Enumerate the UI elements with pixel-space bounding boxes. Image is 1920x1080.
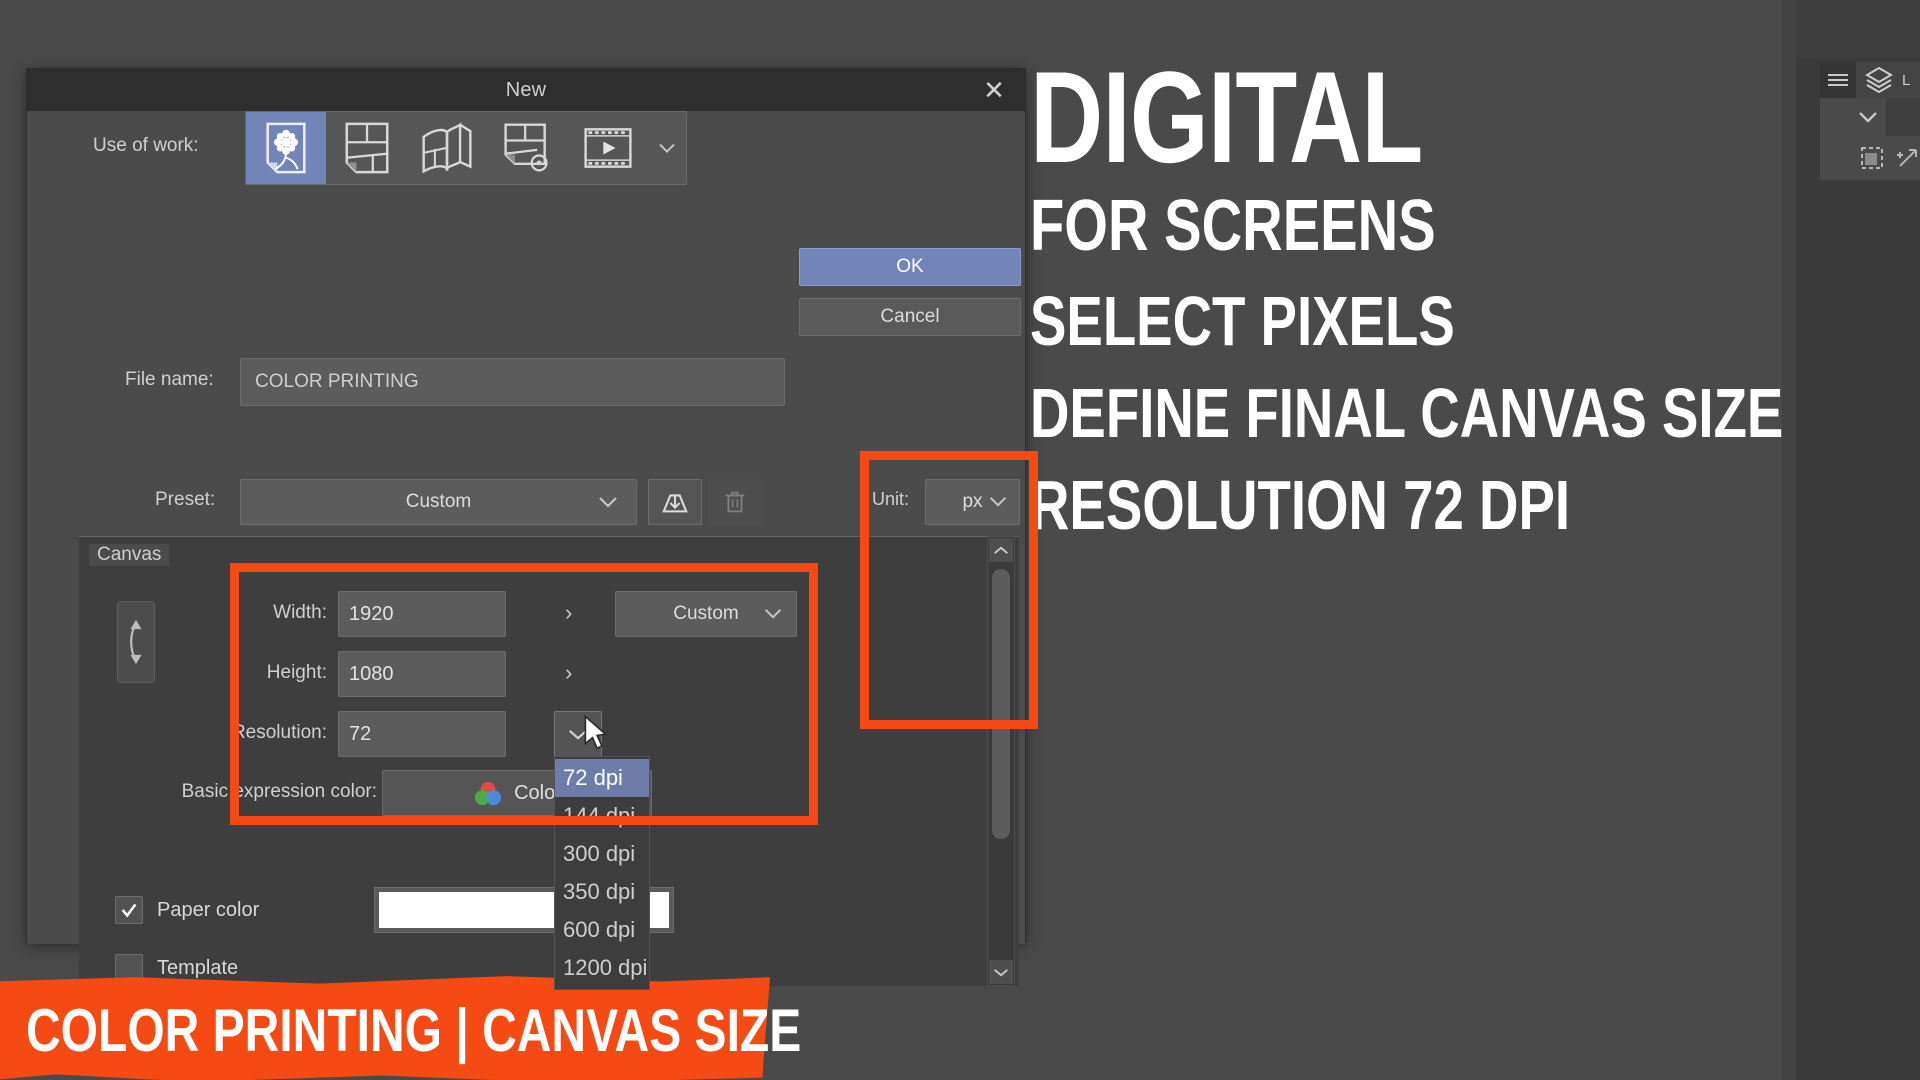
use-of-work-illustration[interactable] xyxy=(246,112,327,184)
use-of-work-group xyxy=(245,111,687,185)
paper-color-row[interactable]: Paper color xyxy=(115,896,259,924)
dpi-option-0[interactable]: 72 dpi xyxy=(555,759,649,797)
paper-color-checkbox[interactable] xyxy=(115,896,143,924)
preset-select[interactable]: Custom xyxy=(240,479,637,525)
right-panel-row-2b xyxy=(1886,98,1920,136)
chevron-up-icon[interactable] xyxy=(989,538,1013,562)
unit-value: px xyxy=(962,491,983,512)
selection-layer-icon[interactable] xyxy=(1858,144,1886,172)
teaching-item-2: RESOLUTION 72 DPI xyxy=(1030,466,1571,544)
use-of-work-label: Use of work: xyxy=(93,135,199,156)
chevron-down-icon xyxy=(987,493,1009,510)
hamburger-menu-icon[interactable] xyxy=(1820,62,1856,98)
use-of-work-panel-settings[interactable] xyxy=(487,112,567,184)
teaching-subheading: FOR SCREENS xyxy=(1030,186,1436,266)
height-chevron-right-icon[interactable]: › xyxy=(565,660,572,686)
file-name-input[interactable]: COLOR PRINTING xyxy=(240,358,785,406)
close-icon[interactable]: ✕ xyxy=(977,73,1011,107)
resolution-label: Resolution: xyxy=(231,722,327,743)
layer-panel-label: L xyxy=(1902,72,1911,89)
preset-label: Preset: xyxy=(155,489,216,510)
chevron-down-icon[interactable] xyxy=(1856,108,1880,126)
save-preset-icon[interactable] xyxy=(648,479,702,525)
teaching-item-1: DEFINE FINAL CANVAS SIZE xyxy=(1030,374,1784,452)
new-canvas-dialog: New ✕ Use of work: OK Cancel File name: … xyxy=(26,68,1038,990)
resolution-input[interactable]: 72 xyxy=(338,711,506,757)
width-input[interactable]: 1920 xyxy=(338,591,506,637)
trash-icon[interactable] xyxy=(708,479,762,525)
dpi-option-4[interactable]: 600 dpi xyxy=(555,911,649,949)
layers-stack-icon xyxy=(1862,64,1896,98)
unit-label: Unit: xyxy=(872,489,910,509)
dialog-title: New xyxy=(505,78,547,101)
bottom-banner-text: COLOR PRINTING | CANVAS SIZE xyxy=(26,997,802,1064)
teaching-heading: DIGITAL xyxy=(1030,44,1423,190)
canvas-scrollbar[interactable] xyxy=(987,536,1015,986)
dialog-body: Use of work: OK Cancel File name: COLOR … xyxy=(27,111,1038,990)
dialog-titlebar: New ✕ xyxy=(27,69,1025,111)
ok-button[interactable]: OK xyxy=(799,248,1021,286)
resolution-dropdown-list[interactable]: 72 dpi 144 dpi 300 dpi 350 dpi 600 dpi 1… xyxy=(554,756,650,990)
canvas-group-label: Canvas xyxy=(89,544,170,566)
width-chevron-right-icon[interactable]: › xyxy=(565,600,572,626)
chevron-down-icon xyxy=(596,493,620,511)
height-input[interactable]: 1080 xyxy=(338,651,506,697)
dpi-option-3[interactable]: 350 dpi xyxy=(555,873,649,911)
height-label: Height: xyxy=(266,662,327,683)
scrollbar-thumb[interactable] xyxy=(992,569,1010,839)
screen-root: L New ✕ Use of work: OK Cancel File name… xyxy=(0,0,1920,1080)
swap-dimensions-icon[interactable] xyxy=(117,601,155,683)
use-of-work-comic-panels[interactable] xyxy=(326,112,406,184)
paper-color-label: Paper color xyxy=(157,898,260,921)
use-of-work-book-spread[interactable] xyxy=(407,112,487,184)
dpi-option-2[interactable]: 300 dpi xyxy=(555,835,649,873)
mouse-pointer-icon xyxy=(583,715,611,753)
rgb-circles-icon xyxy=(472,779,504,807)
unit-select[interactable]: px xyxy=(925,479,1020,525)
right-dock-topbar xyxy=(1796,0,1920,58)
template-label: Template xyxy=(157,956,239,979)
dpi-option-1[interactable]: 144 dpi xyxy=(555,797,649,835)
chevron-down-icon[interactable] xyxy=(648,112,686,184)
instructional-text-block: DIGITAL FOR SCREENS SELECT PIXELS DEFINE… xyxy=(1030,52,1790,562)
chevron-down-icon xyxy=(762,605,784,622)
dpi-option-5[interactable]: 1200 dpi xyxy=(555,949,649,987)
use-of-work-animation-film[interactable] xyxy=(567,112,647,184)
expression-color-label: Basic expression color: xyxy=(181,781,377,802)
file-name-label: File name: xyxy=(125,369,214,390)
cancel-button[interactable]: Cancel xyxy=(799,298,1021,336)
size-preset-select[interactable]: Custom xyxy=(615,591,797,637)
preset-value: Custom xyxy=(405,491,472,512)
transform-icon[interactable] xyxy=(1894,144,1920,172)
teaching-item-0: SELECT PIXELS xyxy=(1030,282,1455,360)
size-preset-value: Custom xyxy=(673,603,739,624)
width-label: Width: xyxy=(273,602,327,623)
chevron-down-icon[interactable] xyxy=(989,960,1013,984)
